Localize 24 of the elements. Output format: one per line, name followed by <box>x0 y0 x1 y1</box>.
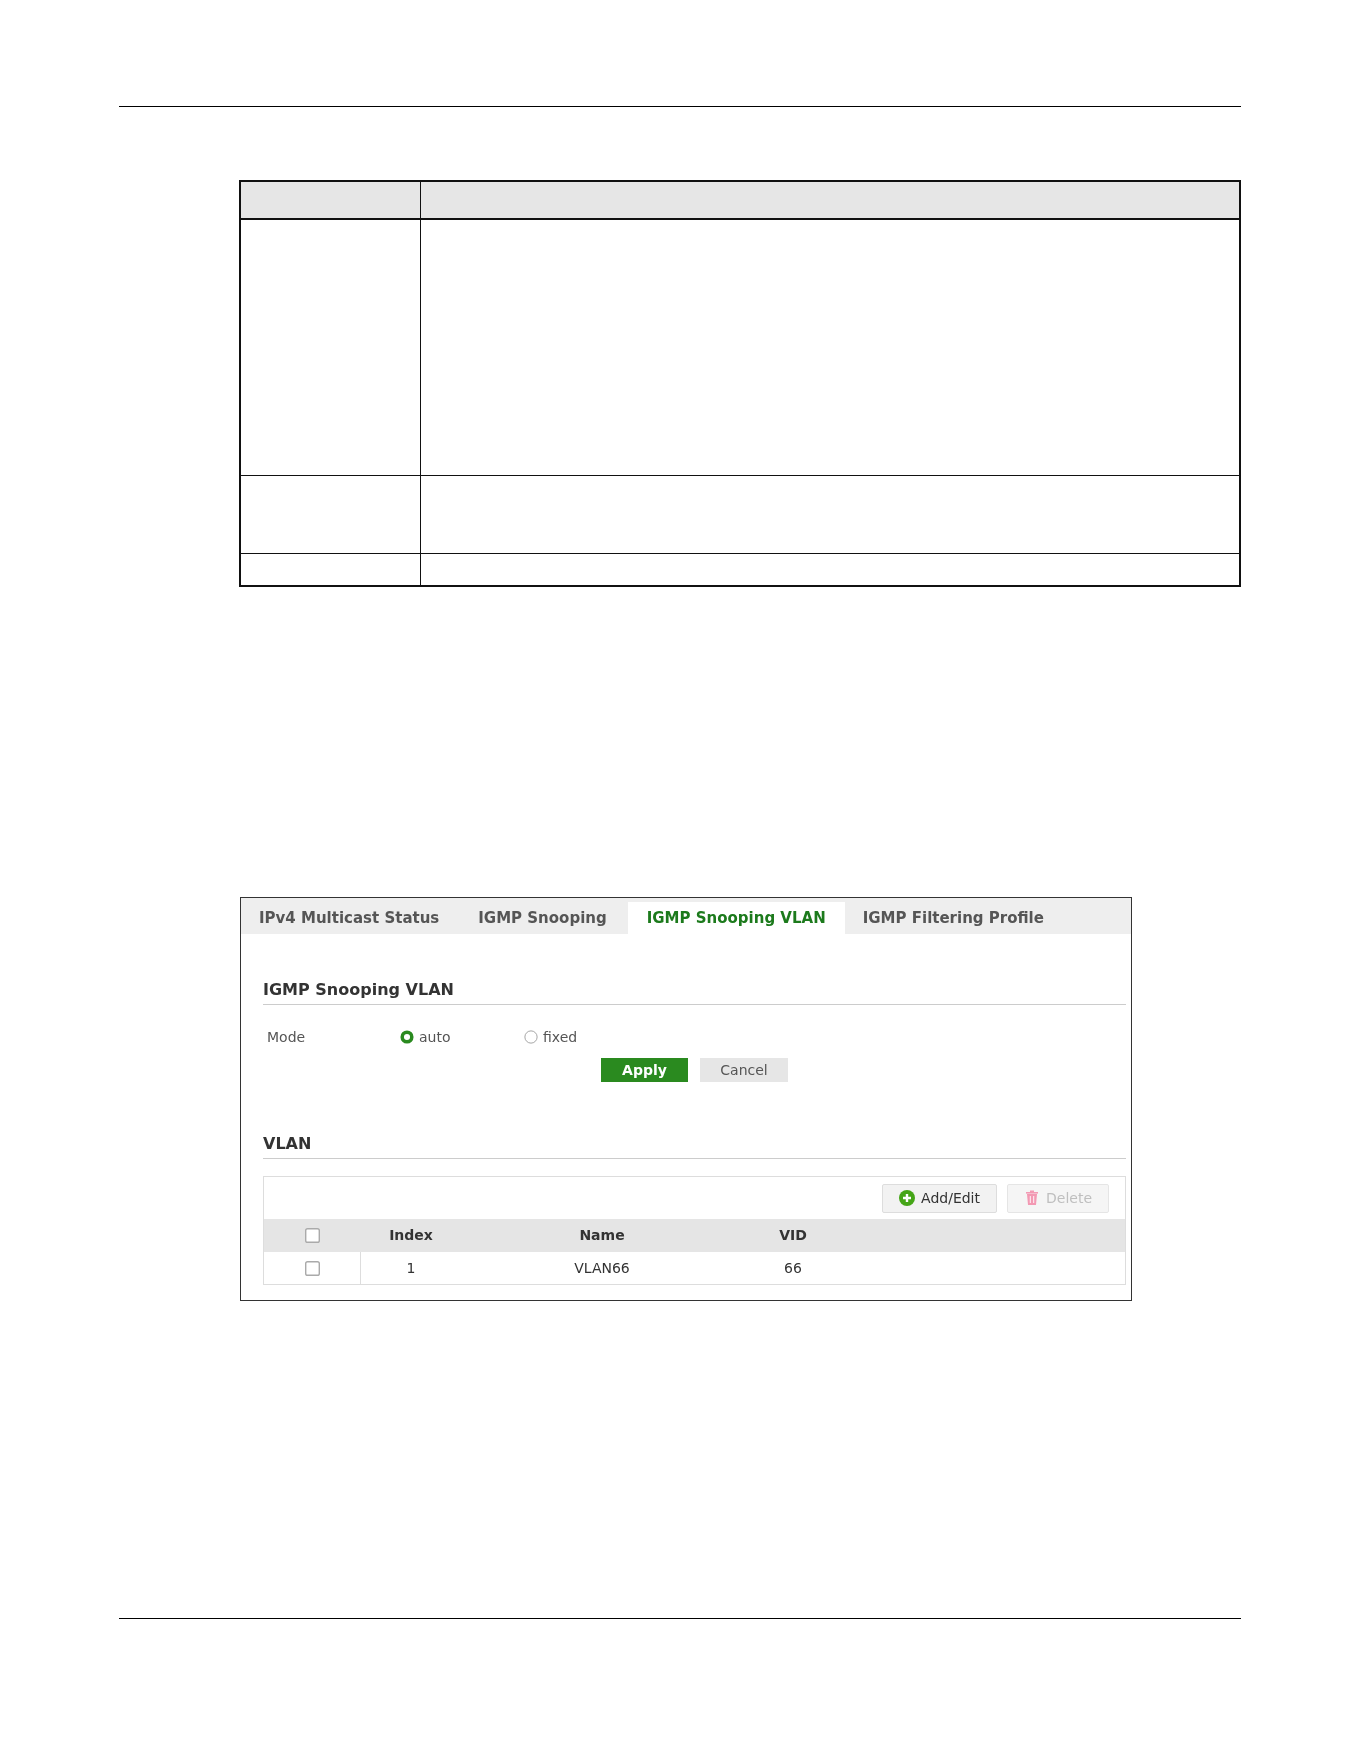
checkbox[interactable] <box>304 1260 320 1276</box>
radio-button[interactable] <box>524 1030 538 1045</box>
column-header: VID <box>778 1226 808 1246</box>
tab[interactable]: IPv4 Multicast Status <box>241 902 461 934</box>
field-label: Mode <box>266 1027 307 1047</box>
column-header: Name <box>578 1226 626 1246</box>
tab[interactable]: IGMP Filtering Profile <box>844 902 1065 934</box>
tab[interactable]: IGMP Snooping <box>460 902 628 934</box>
radio-label: auto <box>419 1027 451 1047</box>
table-cell-text: 1 <box>405 1258 417 1278</box>
section-title: VLAN <box>263 1134 1126 1160</box>
section-title: IGMP Snooping VLAN <box>263 980 1126 1006</box>
trash-icon <box>1024 1190 1040 1207</box>
radio-button[interactable] <box>400 1030 414 1045</box>
table-cell-text: VLAN66 <box>573 1258 631 1278</box>
apply-button[interactable]: Apply <box>601 1058 688 1083</box>
table-cell-text: 66 <box>783 1258 803 1278</box>
tab[interactable]: IGMP Snooping VLAN <box>627 902 845 934</box>
radio-label: fixed <box>543 1027 578 1047</box>
add-edit-button[interactable]: Add/Edit <box>882 1183 997 1213</box>
cancel-button[interactable]: Cancel <box>700 1058 788 1083</box>
plus-circle-icon <box>899 1190 916 1207</box>
column-header: Index <box>388 1226 434 1246</box>
checkbox[interactable] <box>305 1228 320 1244</box>
